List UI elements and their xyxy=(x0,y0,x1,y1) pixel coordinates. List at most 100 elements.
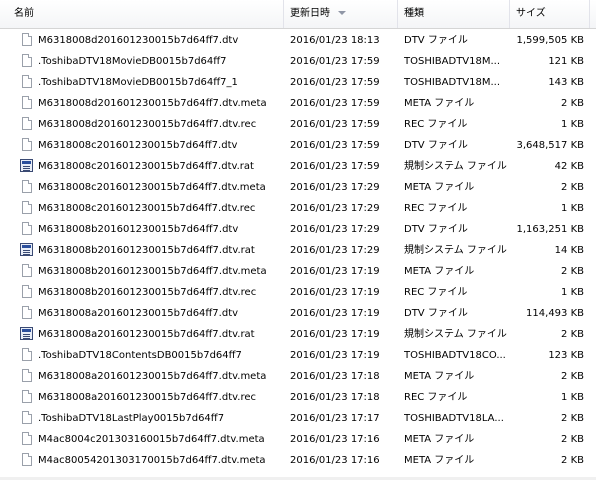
file-size: 2 KB xyxy=(561,371,584,382)
file-icon xyxy=(22,264,32,277)
file-type: TOSHIBADTV18LA... xyxy=(404,413,504,424)
file-type: META ファイル xyxy=(404,434,475,445)
file-name: M6318008b201601230015b7d64ff7.dtv.meta xyxy=(38,266,267,277)
file-type: TOSHIBADTV18CO... xyxy=(404,350,506,361)
file-size: 2 KB xyxy=(561,98,584,109)
file-size: 1 KB xyxy=(561,392,584,403)
file-row[interactable]: M6318008b201601230015b7d64ff7.dtv.rat 201… xyxy=(0,240,596,261)
file-type: DTV ファイル xyxy=(404,224,468,235)
file-name: M6318008a201601230015b7d64ff7.dtv.meta xyxy=(38,371,267,382)
file-size: 1,163,251 KB xyxy=(516,224,585,235)
file-type: META ファイル xyxy=(404,266,475,277)
file-row[interactable]: M6318008b201601230015b7d64ff7.dtv 2016/01… xyxy=(0,219,596,240)
file-row[interactable]: M6318008c201601230015b7d64ff7.dtv.rat 201… xyxy=(0,156,596,177)
file-icon xyxy=(22,33,32,46)
file-type: 規制システム ファイル xyxy=(404,245,507,256)
file-size: 123 KB xyxy=(548,350,584,361)
column-header-date[interactable]: 更新日時 xyxy=(284,0,398,28)
file-size: 14 KB xyxy=(554,245,584,256)
file-modified-date: 2016/01/23 17:19 xyxy=(290,287,380,298)
file-name: .ToshibaDTV18ContentsDB0015b7d64ff7 xyxy=(38,350,242,361)
file-modified-date: 2016/01/23 17:19 xyxy=(290,329,380,340)
file-modified-date: 2016/01/23 17:59 xyxy=(290,140,380,151)
column-header-size[interactable]: サイズ xyxy=(510,0,590,28)
file-row[interactable]: M6318008c201601230015b7d64ff7.dtv.meta 20… xyxy=(0,177,596,198)
file-name: M6318008c201601230015b7d64ff7.dtv.rec xyxy=(38,203,256,214)
file-size: 3,648,517 KB xyxy=(516,140,585,151)
file-explorer-list: 名前 更新日時 種類 サイズ M6318008d201601230015b7d6… xyxy=(0,0,596,480)
file-row[interactable]: M6318008c201601230015b7d64ff7.dtv.rec 201… xyxy=(0,198,596,219)
file-icon xyxy=(22,201,32,214)
file-icon xyxy=(22,285,32,298)
file-type: REC ファイル xyxy=(404,287,468,298)
file-size: 1 KB xyxy=(561,119,584,130)
file-row[interactable]: M6318008a201601230015b7d64ff7.dtv.meta 20… xyxy=(0,366,596,387)
file-name: M6318008c201601230015b7d64ff7.dtv xyxy=(38,140,238,151)
file-row[interactable]: .ToshibaDTV18LastPlay0015b7d64ff7 2016/01… xyxy=(0,408,596,429)
file-row[interactable]: .ToshibaDTV18MovieDB0015b7d64ff7_1 2016/0… xyxy=(0,72,596,93)
file-type: META ファイル xyxy=(404,371,475,382)
column-header-date-label: 更新日時 xyxy=(290,8,330,19)
file-modified-date: 2016/01/23 17:29 xyxy=(290,203,380,214)
file-icon xyxy=(22,411,32,424)
sort-descending-icon xyxy=(338,11,346,15)
file-name: M6318008c201601230015b7d64ff7.dtv.rat xyxy=(38,161,254,172)
file-name: M6318008d201601230015b7d64ff7.dtv xyxy=(38,35,239,46)
file-size: 1,599,505 KB xyxy=(516,35,585,46)
file-row[interactable]: M4ac8004c201303160015b7d64ff7.dtv.meta 20… xyxy=(0,429,596,450)
column-header-name[interactable]: 名前 xyxy=(0,0,284,28)
file-modified-date: 2016/01/23 18:13 xyxy=(290,35,380,46)
file-modified-date: 2016/01/23 17:59 xyxy=(290,98,380,109)
file-icon xyxy=(22,348,32,361)
file-modified-date: 2016/01/23 17:59 xyxy=(290,119,380,130)
file-name: M6318008a201601230015b7d64ff7.dtv.rat xyxy=(38,329,255,340)
file-type: REC ファイル xyxy=(404,119,468,130)
file-icon xyxy=(22,222,32,235)
file-icon xyxy=(22,453,32,466)
file-row[interactable]: M6318008b201601230015b7d64ff7.dtv.meta 20… xyxy=(0,261,596,282)
file-type: REC ファイル xyxy=(404,392,468,403)
file-size: 114,493 KB xyxy=(526,308,584,319)
file-size: 143 KB xyxy=(548,77,584,88)
file-row[interactable]: M6318008d201601230015b7d64ff7.dtv.meta 20… xyxy=(0,93,596,114)
file-name: M6318008c201601230015b7d64ff7.dtv.meta xyxy=(38,182,266,193)
rating-file-icon xyxy=(20,159,33,172)
file-row[interactable]: M6318008a201601230015b7d64ff7.dtv 2016/01… xyxy=(0,303,596,324)
file-row[interactable]: M4ac80054201303170015b7d64ff7.dtv.meta 20… xyxy=(0,450,596,471)
file-row[interactable]: .ToshibaDTV18ContentsDB0015b7d64ff7 2016/… xyxy=(0,345,596,366)
file-type: DTV ファイル xyxy=(404,140,468,151)
file-name: .ToshibaDTV18MovieDB0015b7d64ff7_1 xyxy=(38,77,238,88)
file-name: .ToshibaDTV18MovieDB0015b7d64ff7 xyxy=(38,56,227,67)
file-row[interactable]: M6318008c201601230015b7d64ff7.dtv 2016/01… xyxy=(0,135,596,156)
file-icon xyxy=(22,369,32,382)
file-type: TOSHIBADTV18M... xyxy=(404,56,501,67)
file-icon xyxy=(22,432,32,445)
file-icon xyxy=(22,54,32,67)
file-type: TOSHIBADTV18M... xyxy=(404,77,501,88)
file-modified-date: 2016/01/23 17:16 xyxy=(290,434,380,445)
file-modified-date: 2016/01/23 17:29 xyxy=(290,224,380,235)
file-row[interactable]: M6318008a201601230015b7d64ff7.dtv.rec 201… xyxy=(0,387,596,408)
file-row[interactable]: M6318008a201601230015b7d64ff7.dtv.rat 201… xyxy=(0,324,596,345)
column-header-type[interactable]: 種類 xyxy=(398,0,510,28)
file-row[interactable]: M6318008b201601230015b7d64ff7.dtv.rec 201… xyxy=(0,282,596,303)
file-row[interactable]: M6318008d201601230015b7d64ff7.dtv 2016/01… xyxy=(0,30,596,51)
file-row[interactable]: .ToshibaDTV18MovieDB0015b7d64ff7 2016/01/… xyxy=(0,51,596,72)
file-type: DTV ファイル xyxy=(404,35,468,46)
file-icon xyxy=(22,306,32,319)
file-size: 2 KB xyxy=(561,329,584,340)
file-name: M6318008d201601230015b7d64ff7.dtv.rec xyxy=(38,119,257,130)
file-icon xyxy=(22,96,32,109)
file-size: 2 KB xyxy=(561,182,584,193)
file-icon xyxy=(22,180,32,193)
file-size: 2 KB xyxy=(561,266,584,277)
file-icon xyxy=(22,390,32,403)
file-modified-date: 2016/01/23 17:59 xyxy=(290,77,380,88)
file-type: META ファイル xyxy=(404,455,475,466)
file-modified-date: 2016/01/23 17:29 xyxy=(290,245,380,256)
file-row[interactable]: M6318008d201601230015b7d64ff7.dtv.rec 201… xyxy=(0,114,596,135)
file-size: 1 KB xyxy=(561,287,584,298)
file-modified-date: 2016/01/23 17:18 xyxy=(290,371,380,382)
file-name: M6318008b201601230015b7d64ff7.dtv.rat xyxy=(38,245,255,256)
file-size: 42 KB xyxy=(554,161,584,172)
